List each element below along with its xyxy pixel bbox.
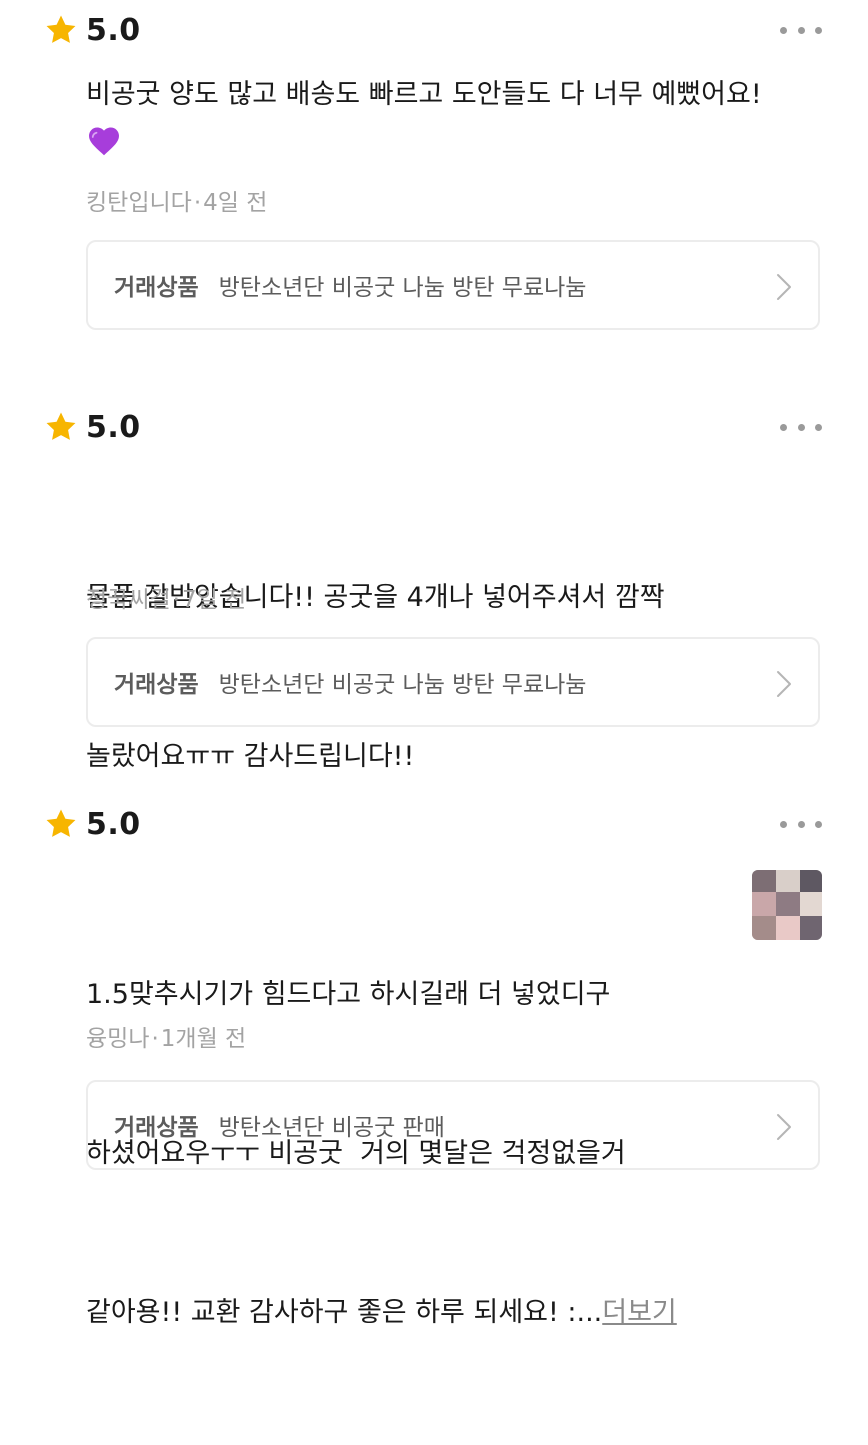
thumb-tile bbox=[800, 870, 822, 892]
more-options-button[interactable] bbox=[780, 818, 822, 830]
thumb-tile bbox=[800, 916, 822, 940]
thumb-tile bbox=[776, 892, 800, 916]
thumb-tile bbox=[752, 916, 776, 940]
rating-value: 5.0 bbox=[86, 409, 141, 445]
review-time: 7일 전 bbox=[181, 587, 247, 613]
star-icon bbox=[44, 13, 78, 47]
meta-separator: · bbox=[151, 1026, 159, 1052]
author-name: 융밍나 bbox=[86, 1026, 150, 1052]
product-name: 방탄소년단 비공굿 판매 bbox=[218, 1115, 445, 1141]
meta-separator: · bbox=[193, 190, 202, 216]
more-dot bbox=[797, 26, 805, 34]
product-name: 방탄소년단 비공굿 나눔 방탄 무료나눔 bbox=[218, 275, 587, 301]
thumb-tile bbox=[800, 892, 822, 916]
more-dot bbox=[797, 820, 805, 828]
product-label: 거래상품 bbox=[114, 1115, 199, 1141]
review-text-line: 놀랐어요ㅠㅠ 감사드립니다!! bbox=[86, 741, 415, 772]
review-text-line-end: 같아용!! 교환 감사하구 좋은 하루 되세요! :... bbox=[86, 1297, 603, 1328]
more-dot bbox=[815, 423, 822, 431]
review-text-line: 1.5맞추시기가 힘드다고 하시길래 더 넣었디구 bbox=[86, 979, 611, 1010]
more-dots-icon bbox=[780, 820, 787, 828]
purple-heart-icon bbox=[86, 123, 122, 159]
traded-product-link[interactable]: 거래상품 방탄소년단 비공굿 나눔 방탄 무료나눔 bbox=[86, 637, 820, 727]
chevron-right-icon bbox=[776, 670, 792, 698]
star-icon bbox=[44, 807, 78, 841]
review-text: 비공굿 양도 많고 배송도 빠르고 도안들도 다 너무 예뻤어요! bbox=[86, 79, 762, 110]
more-dot bbox=[797, 423, 805, 431]
product-name: 방탄소년단 비공굿 나눔 방탄 무료나눔 bbox=[218, 672, 587, 698]
author-name: 정꾹씨걸 bbox=[86, 587, 171, 613]
product-label: 거래상품 bbox=[114, 672, 199, 698]
review-photo-thumbnail[interactable] bbox=[752, 870, 822, 940]
more-options-button[interactable] bbox=[780, 421, 822, 433]
traded-product-link[interactable]: 거래상품 방탄소년단 비공굿 나눔 방탄 무료나눔 bbox=[86, 240, 820, 330]
thumb-tile bbox=[752, 870, 776, 892]
rating-value: 5.0 bbox=[86, 12, 141, 48]
thumb-tile bbox=[776, 916, 800, 940]
review-meta: 정꾹씨걸·7일 전 bbox=[86, 580, 246, 614]
more-dot bbox=[815, 26, 822, 34]
chevron-right-icon bbox=[776, 1113, 792, 1141]
read-more-link[interactable]: 더보기 bbox=[602, 1297, 677, 1328]
rating: 5.0 bbox=[44, 407, 141, 447]
star-icon bbox=[44, 410, 78, 444]
author-name: 킹탄입니다 bbox=[86, 190, 192, 216]
review-text-line: 같아용!! 교환 감사하구 좋은 하루 되세요! :...더보기 bbox=[86, 1286, 736, 1339]
thumb-tile bbox=[776, 870, 800, 892]
review-time: 1개월 전 bbox=[160, 1026, 247, 1052]
rating: 5.0 bbox=[44, 10, 141, 50]
more-dots-icon bbox=[780, 26, 787, 34]
rating-value: 5.0 bbox=[86, 806, 141, 842]
review-meta: 킹탄입니다·4일 전 bbox=[86, 183, 267, 217]
more-dots-icon bbox=[780, 423, 787, 431]
chevron-right-icon bbox=[776, 273, 792, 301]
rating: 5.0 bbox=[44, 804, 141, 844]
meta-separator: · bbox=[172, 587, 180, 613]
thumb-tile bbox=[752, 892, 776, 916]
traded-product-link[interactable]: 거래상품 방탄소년단 비공굿 판매 bbox=[86, 1080, 820, 1170]
more-dot bbox=[815, 820, 822, 828]
product-label: 거래상품 bbox=[114, 275, 199, 301]
review-time: 4일 전 bbox=[203, 190, 268, 216]
review-meta: 융밍나·1개월 전 bbox=[86, 1019, 246, 1053]
more-options-button[interactable] bbox=[780, 24, 822, 36]
